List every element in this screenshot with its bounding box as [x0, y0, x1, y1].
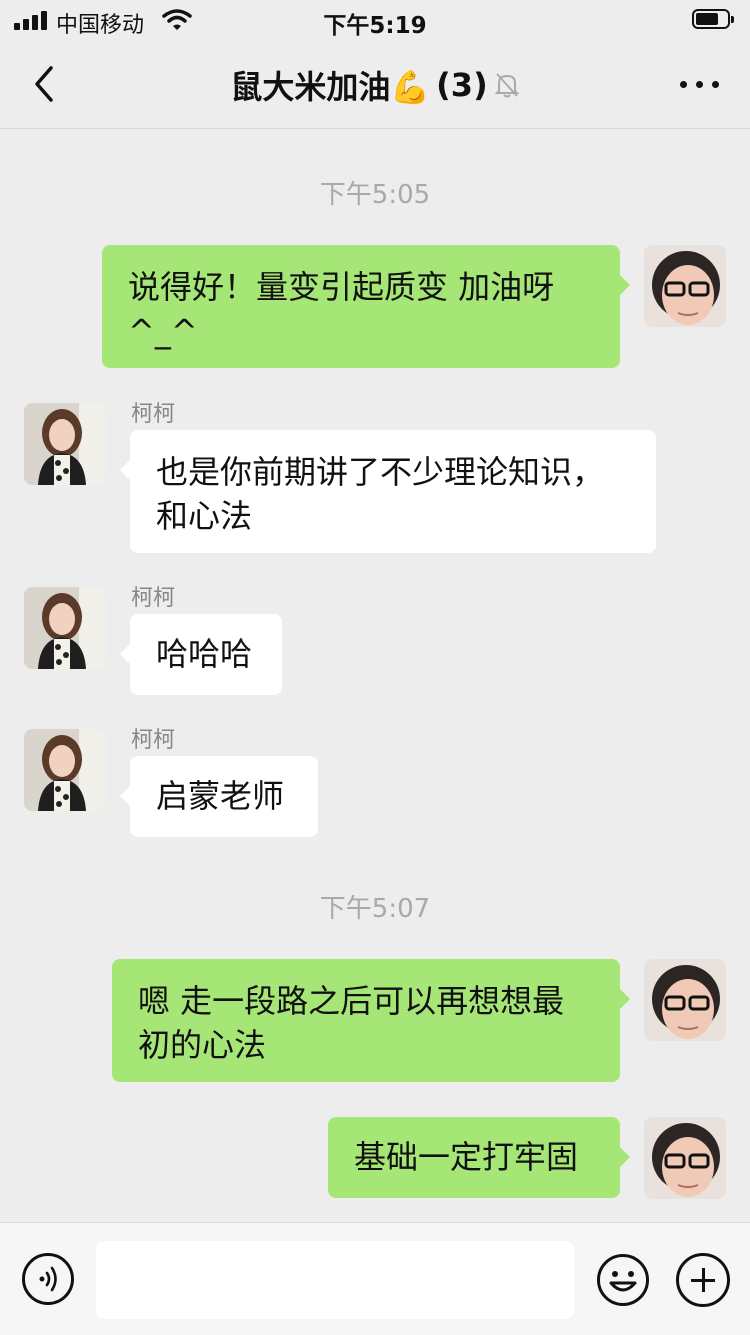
my-avatar[interactable] [644, 959, 726, 1041]
incoming-message-bubble[interactable]: 也是你前期讲了不少理论知识，和心法 [120, 430, 656, 553]
bell-muted-icon [494, 73, 520, 98]
my-avatar[interactable] [644, 1117, 726, 1199]
sender-name: 柯柯 [131, 728, 176, 753]
status-bar: 中国移动 下午5:19 [0, 0, 750, 40]
member-count: (3) [436, 66, 488, 104]
emoji-button[interactable] [596, 1253, 650, 1307]
my-avatar[interactable] [644, 245, 726, 327]
sender-avatar[interactable] [24, 729, 106, 811]
message-input-bar [0, 1222, 750, 1335]
voice-input-button[interactable] [22, 1253, 74, 1305]
more-functions-button[interactable] [676, 1253, 730, 1307]
sender-name: 柯柯 [131, 402, 176, 427]
sender-avatar[interactable] [24, 403, 106, 485]
sender-name: 柯柯 [131, 586, 176, 611]
timestamp: 下午5:07 [319, 894, 431, 924]
message-input[interactable] [96, 1241, 574, 1319]
more-options-button[interactable] [674, 66, 726, 102]
voice-icon [39, 1266, 57, 1292]
battery-icon [692, 9, 736, 31]
chat-title: 鼠大米加油💪 (3) [0, 62, 750, 108]
outgoing-message-bubble[interactable]: 基础一定打牢固 [328, 1117, 630, 1198]
status-time: 下午5:19 [323, 13, 427, 39]
outgoing-message-bubble[interactable]: 说得好！量变引起质变 加油呀^_^ [102, 245, 630, 368]
sender-avatar[interactable] [24, 587, 106, 669]
chat-header: 鼠大米加油💪 (3) [0, 40, 750, 129]
incoming-message-bubble[interactable]: 哈哈哈 [120, 614, 282, 695]
group-name: 鼠大米加油💪 [230, 68, 431, 106]
timestamp: 下午5:05 [319, 180, 431, 210]
incoming-message-bubble[interactable]: 启蒙老师 [120, 756, 318, 837]
outgoing-message-bubble[interactable]: 嗯 走一段路之后可以再想想最初的心法 [112, 959, 630, 1082]
